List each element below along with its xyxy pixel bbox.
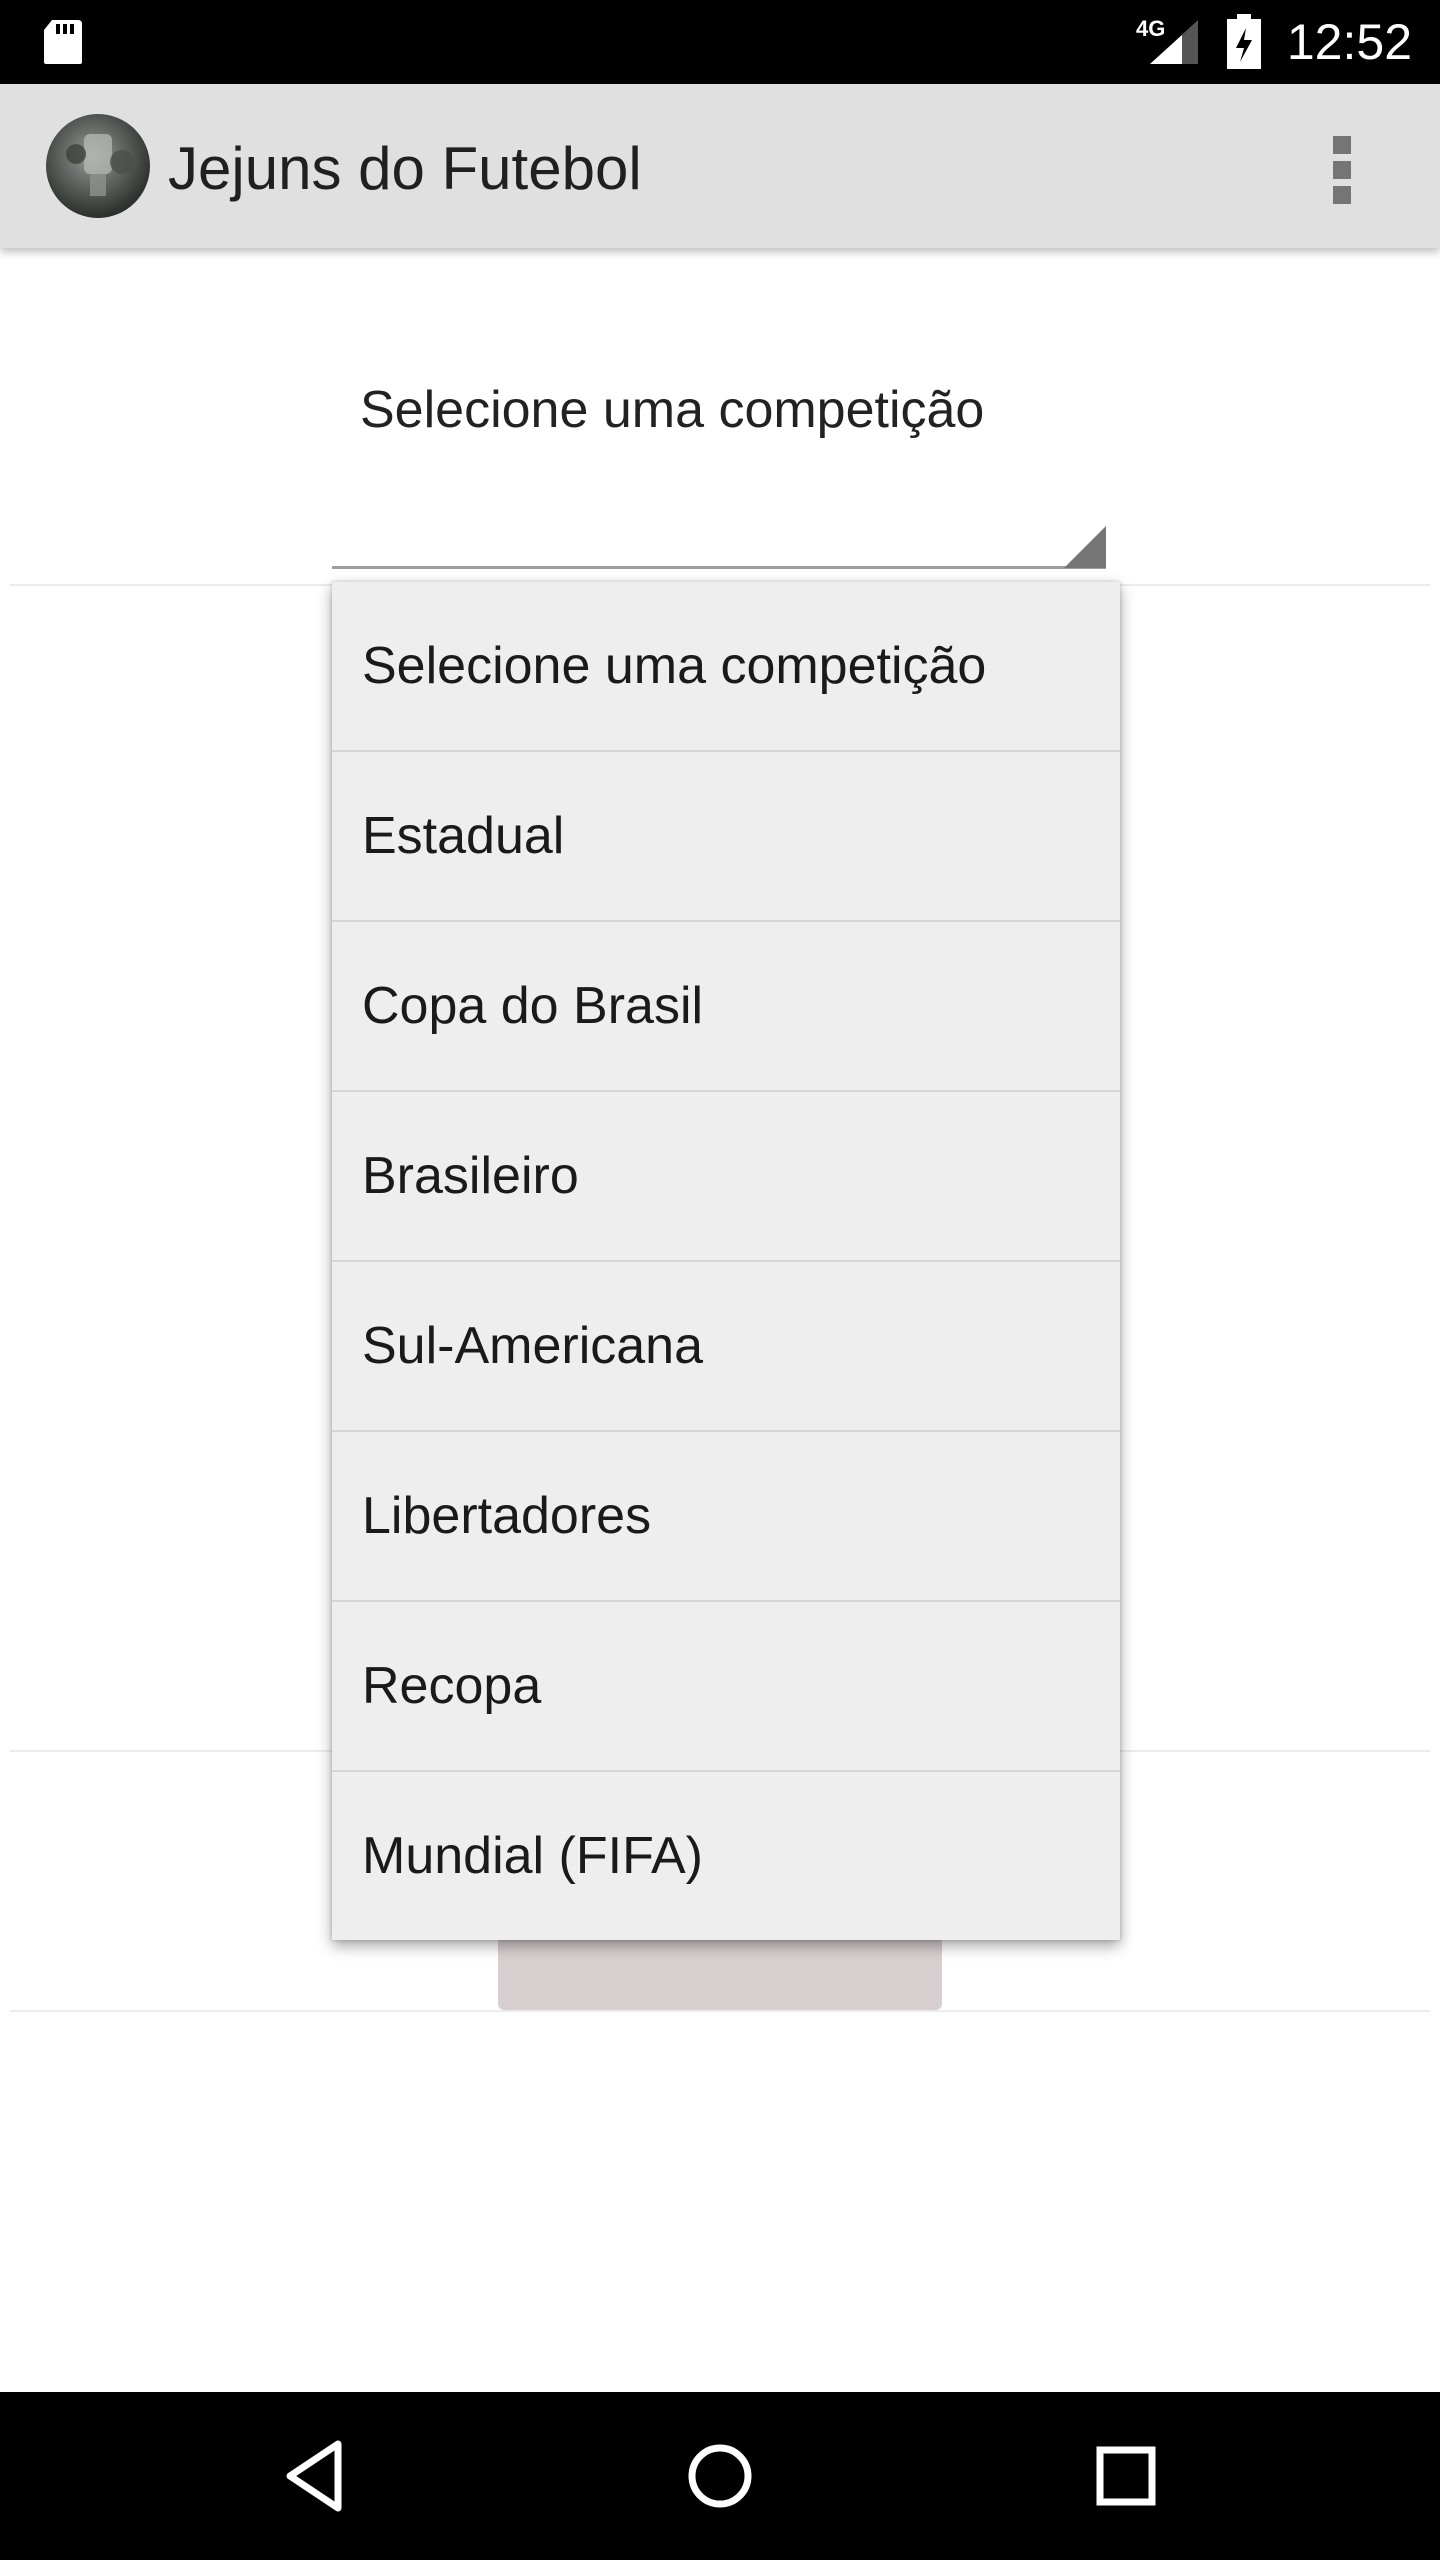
dropdown-arrow-icon[interactable] (1064, 526, 1106, 568)
dropdown-item[interactable]: Copa do Brasil (332, 922, 1120, 1092)
dropdown-item-label: Copa do Brasil (362, 977, 704, 1035)
home-icon[interactable] (684, 2436, 756, 2516)
dropdown-item-label: Mundial (FIFA) (362, 1827, 703, 1885)
dropdown-item-label: Estadual (362, 807, 565, 865)
recents-icon[interactable] (1090, 2436, 1162, 2516)
app-bar: Jejuns do Futebol (0, 84, 1440, 248)
dropdown-item[interactable]: Brasileiro (332, 1092, 1120, 1262)
dropdown-item[interactable]: Libertadores (332, 1432, 1120, 1602)
dropdown-item[interactable]: Mundial (FIFA) (332, 1772, 1120, 1940)
competition-dropdown: Selecione uma competição Estadual Copa d… (332, 582, 1120, 1940)
dropdown-item[interactable]: Sul-Americana (332, 1262, 1120, 1432)
action-button[interactable] (498, 1930, 942, 2010)
navigation-bar (0, 2392, 1440, 2560)
back-icon[interactable] (280, 2436, 352, 2516)
dropdown-item[interactable]: Estadual (332, 752, 1120, 922)
spinner-selected-value[interactable]: Selecione uma competição (360, 380, 984, 440)
dropdown-item-label: Libertadores (362, 1487, 652, 1545)
battery-charging-icon (1227, 14, 1261, 69)
status-clock: 12:52 (1286, 14, 1412, 70)
dropdown-item[interactable]: Recopa (332, 1602, 1120, 1772)
status-bar: 4G 12:52 (0, 0, 1440, 84)
dropdown-item-label: Brasileiro (362, 1147, 579, 1205)
overflow-menu-icon[interactable] (1318, 130, 1366, 210)
dropdown-item-label: Recopa (362, 1657, 542, 1715)
signal-icon (1150, 20, 1198, 64)
divider (10, 2010, 1430, 2012)
app-logo (46, 114, 150, 218)
dropdown-item-label: Sul-Americana (362, 1317, 704, 1375)
dropdown-item-label: Selecione uma competição (362, 637, 987, 695)
spinner-underline (332, 566, 1106, 569)
dropdown-item[interactable]: Selecione uma competição (332, 582, 1120, 752)
trophy-icon (66, 134, 134, 196)
sd-card-icon (44, 20, 82, 64)
app-title: Jejuns do Futebol (168, 135, 642, 202)
